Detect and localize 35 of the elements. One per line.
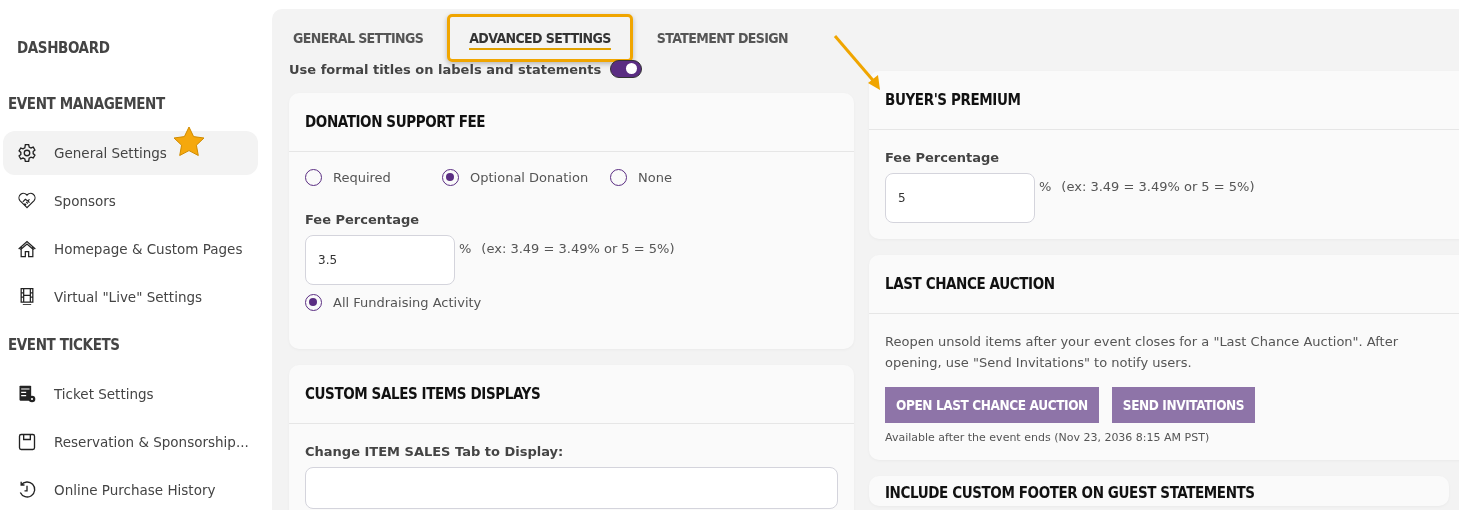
tab[interactable]: GENERAL SETTINGS	[293, 29, 424, 49]
note-text: Available after the event ends (Nov 23, 2036 8:15 AM PST)	[885, 431, 1211, 444]
radio-label: All Fundraising Activity	[333, 295, 482, 310]
card-title: DONATION SUPPORT FEE	[289, 93, 854, 152]
sidebar-item[interactable]: Sponsors	[3, 179, 258, 223]
toggle-label: Use formal titles on labels and statements	[289, 61, 602, 77]
sidebar-item[interactable]: Online Purchase History	[3, 468, 258, 510]
field-label: Change ITEM SALES Tab to Display:	[305, 444, 565, 459]
radio-label: Required	[333, 170, 391, 185]
sidebar-item[interactable]: General Settings	[3, 131, 258, 175]
card-title: LAST CHANCE AUCTION	[869, 255, 1459, 314]
card-title: CUSTOM SALES ITEMS DISPLAYS	[289, 365, 854, 424]
card-title: INCLUDE CUSTOM FOOTER ON GUEST STATEMENTS	[884, 483, 1256, 504]
radio-label: Optional Donation	[470, 170, 589, 185]
hint-text: (ex: 3.49 = 3.49% or 5 = 5%)	[1061, 179, 1255, 194]
radio-label: None	[638, 170, 672, 185]
action-button[interactable]: OPEN LAST CHANCE AUCTION	[885, 387, 1099, 423]
unit-label: %	[459, 241, 472, 256]
tab[interactable]: ADVANCED SETTINGS	[469, 30, 611, 50]
tab[interactable]: STATEMENT DESIGN	[656, 29, 788, 49]
input-field[interactable]: 3.5	[305, 235, 455, 285]
unit-label: %	[1039, 179, 1052, 194]
description-text: Reopen unsold items after your event closes for a "Last Chance Auction". After opening, use "Send Invitations" to notify users.	[885, 333, 1400, 372]
hint-text: (ex: 3.49 = 3.49% or 5 = 5%)	[481, 241, 675, 256]
section-heading: EVENT TICKETS	[7, 335, 121, 355]
section-heading: EVENT MANAGEMENT	[7, 94, 166, 114]
field-label: Fee Percentage	[305, 212, 421, 227]
sidebar-item[interactable]: Virtual "Live" Settings	[3, 275, 258, 319]
sidebar-item[interactable]: Homepage & Custom Pages	[3, 227, 258, 271]
action-button[interactable]: SEND INVITATIONS	[1111, 387, 1256, 423]
sidebar-item[interactable]: Reservation & Sponsorship...	[3, 420, 258, 464]
field-label: Fee Percentage	[885, 150, 1001, 165]
sidebar-item[interactable]: Ticket Settings	[3, 372, 258, 416]
section-heading: DASHBOARD	[16, 38, 111, 58]
input-field[interactable]: 5	[885, 173, 1035, 223]
